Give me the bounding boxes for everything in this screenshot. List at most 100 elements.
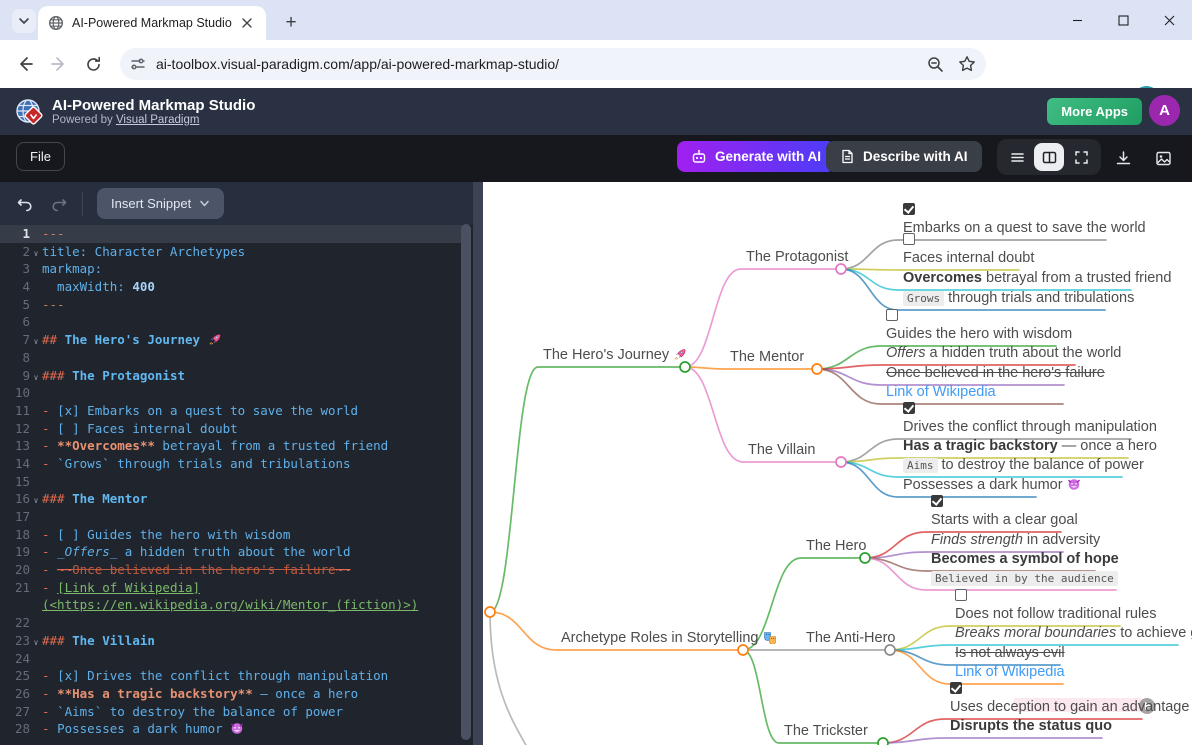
browser-tab[interactable]: AI-Powered Markmap Studio xyxy=(38,6,266,40)
line-content[interactable]: - [x] Drives the conflict through manipu… xyxy=(42,667,462,685)
map-node-grows[interactable]: Grows through trials and tribulations xyxy=(903,289,1134,308)
line-content[interactable]: ### The Mentor xyxy=(42,490,462,508)
node-circle[interactable] xyxy=(878,738,888,745)
close-button[interactable] xyxy=(1146,0,1192,40)
zoom-indicator-icon[interactable] xyxy=(927,56,944,73)
code-line[interactable]: (<https://en.wikipedia.org/wiki/Mentor_(… xyxy=(0,596,462,614)
map-node-aims[interactable]: Aims to destroy the balance of power xyxy=(903,456,1144,475)
line-content[interactable]: - [ ] Guides the hero with wisdom xyxy=(42,526,462,544)
code-editor[interactable]: 1---2∨title: Character Archetypes3markma… xyxy=(0,225,462,745)
code-line[interactable]: 15 xyxy=(0,473,462,491)
checkbox-unchecked[interactable] xyxy=(955,589,967,601)
map-node-offers[interactable]: Offers a hidden truth about the world xyxy=(886,344,1121,362)
checkbox-checked[interactable] xyxy=(903,402,915,414)
back-button[interactable] xyxy=(8,47,42,81)
code-line[interactable]: 18- [ ] Guides the hero with wisdom xyxy=(0,526,462,544)
map-node-hero[interactable]: The Hero xyxy=(806,537,866,555)
map-node-wiki2[interactable]: Link of Wikipedia xyxy=(955,663,1065,681)
code-line[interactable]: 14- `Grows` through trials and tribulati… xyxy=(0,455,462,473)
insert-snippet-button[interactable]: Insert Snippet xyxy=(97,188,224,219)
line-content[interactable]: - **Has a tragic backstory** — once a he… xyxy=(42,685,462,703)
map-node-trickster[interactable]: The Trickster xyxy=(784,722,868,740)
checkbox-checked[interactable] xyxy=(931,495,943,507)
line-content[interactable] xyxy=(42,650,462,668)
line-content[interactable]: maxWidth: 400 xyxy=(42,278,462,296)
line-content[interactable]: - [ ] Faces internal doubt xyxy=(42,420,462,438)
map-node-heros-journey[interactable]: The Hero's Journey xyxy=(543,346,687,364)
code-line[interactable]: 17 xyxy=(0,508,462,526)
code-line[interactable]: 7∨## The Hero's Journey xyxy=(0,331,462,349)
line-content[interactable]: ### The Villain xyxy=(42,632,462,650)
line-content[interactable]: - Possesses a dark humor xyxy=(42,720,462,738)
map-node-believed[interactable]: Believed in by the audience xyxy=(931,569,1118,588)
code-line[interactable]: 4 maxWidth: 400 xyxy=(0,278,462,296)
map-node-guides[interactable]: Guides the hero with wisdom xyxy=(886,309,1072,343)
line-content[interactable]: - `Aims` to destroy the balance of power xyxy=(42,703,462,721)
code-line[interactable]: 2∨title: Character Archetypes xyxy=(0,243,462,261)
checkbox-checked[interactable] xyxy=(950,682,962,694)
line-content[interactable]: ## The Hero's Journey xyxy=(42,331,462,349)
line-content[interactable]: - [Link of Wikipedia] xyxy=(42,579,462,597)
site-settings-icon[interactable] xyxy=(130,56,146,72)
map-node-uses[interactable]: Uses deception to gain an advantage xyxy=(950,682,1189,716)
code-line[interactable]: 6 xyxy=(0,313,462,331)
line-content[interactable]: - **Overcomes** betrayal from a trusted … xyxy=(42,437,462,455)
undo-button[interactable] xyxy=(8,189,42,219)
map-node-drives[interactable]: Drives the conflict through manipulation xyxy=(903,402,1157,436)
code-line[interactable]: 5--- xyxy=(0,296,462,314)
code-line[interactable]: 25- [x] Drives the conflict through mani… xyxy=(0,667,462,685)
fullscreen-view-button[interactable] xyxy=(1066,143,1096,171)
new-tab-button[interactable]: + xyxy=(278,10,304,36)
map-node-disrupts[interactable]: Disrupts the status quo xyxy=(950,717,1112,735)
code-line[interactable]: 16∨### The Mentor xyxy=(0,490,462,508)
code-line[interactable]: 19- _Offers_ a hidden truth about the wo… xyxy=(0,543,462,561)
code-line[interactable]: 13- **Overcomes** betrayal from a truste… xyxy=(0,437,462,455)
editor-only-view-button[interactable] xyxy=(1002,143,1032,171)
line-content[interactable] xyxy=(42,313,462,331)
reload-button[interactable] xyxy=(76,47,110,81)
code-line[interactable]: 28- Possesses a dark humor xyxy=(0,720,462,738)
map-node-humor[interactable]: Possesses a dark humor xyxy=(903,476,1081,494)
download-button[interactable] xyxy=(1108,144,1138,172)
map-node-once[interactable]: Once believed in the hero's failure xyxy=(886,364,1105,382)
map-node-embarks[interactable]: Embarks on a quest to save the world xyxy=(903,203,1146,237)
map-node-mentor[interactable]: The Mentor xyxy=(730,348,804,366)
map-node-faces[interactable]: Faces internal doubt xyxy=(903,233,1034,267)
code-line[interactable]: 24 xyxy=(0,650,462,668)
code-line[interactable]: 22 xyxy=(0,614,462,632)
code-line[interactable]: 26- **Has a tragic backstory** — once a … xyxy=(0,685,462,703)
checkbox-unchecked[interactable] xyxy=(886,309,898,321)
line-content[interactable]: - `Grows` through trials and tribulation… xyxy=(42,455,462,473)
line-content[interactable]: - ~~Once believed in the hero's failure~… xyxy=(42,561,462,579)
describe-with-ai-button[interactable]: Describe with AI xyxy=(826,141,982,172)
code-line[interactable]: 10 xyxy=(0,384,462,402)
wikipedia-link[interactable]: Link of Wikipedia xyxy=(955,664,1065,680)
line-content[interactable] xyxy=(42,384,462,402)
line-content[interactable]: --- xyxy=(42,225,462,243)
maximize-button[interactable] xyxy=(1100,0,1146,40)
visual-paradigm-link[interactable]: Visual Paradigm xyxy=(116,114,200,126)
line-content[interactable] xyxy=(42,473,462,491)
code-line[interactable]: 1--- xyxy=(0,225,462,243)
editor-scrollbar[interactable] xyxy=(461,224,471,740)
forward-button[interactable] xyxy=(42,47,76,81)
map-node-wiki1[interactable]: Link of Wikipedia xyxy=(886,383,996,401)
split-view-button[interactable] xyxy=(1034,143,1064,171)
tab-close-icon[interactable] xyxy=(238,14,256,32)
map-node-protagonist[interactable]: The Protagonist xyxy=(746,248,848,266)
user-avatar[interactable]: A xyxy=(1149,95,1180,126)
tab-search-button[interactable] xyxy=(12,9,36,33)
code-line[interactable]: 3markmap: xyxy=(0,260,462,278)
map-node-archetype[interactable]: Archetype Roles in Storytelling xyxy=(561,629,777,647)
map-node-notevil[interactable]: Is not always evil xyxy=(955,644,1065,662)
bookmark-star-icon[interactable] xyxy=(958,55,976,73)
node-circle[interactable] xyxy=(485,607,495,617)
panel-divider[interactable] xyxy=(473,182,483,745)
line-content[interactable]: --- xyxy=(42,296,462,314)
export-image-button[interactable] xyxy=(1148,144,1178,172)
minimize-button[interactable] xyxy=(1054,0,1100,40)
line-content[interactable]: (<https://en.wikipedia.org/wiki/Mentor_(… xyxy=(42,596,462,614)
map-node-villain[interactable]: The Villain xyxy=(748,441,815,459)
map-node-antihero[interactable]: The Anti-Hero xyxy=(806,629,895,647)
code-line[interactable]: 9∨### The Protagonist xyxy=(0,367,462,385)
